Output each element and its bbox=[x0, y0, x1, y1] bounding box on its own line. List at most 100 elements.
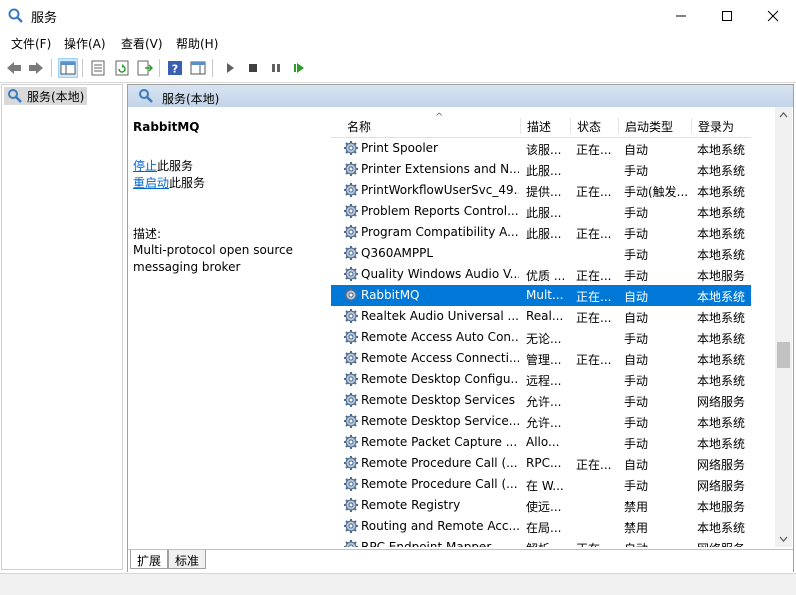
tab-extended[interactable]: 扩展 bbox=[130, 550, 169, 569]
scroll-up-icon[interactable] bbox=[775, 107, 792, 124]
toolbar-separator bbox=[212, 59, 213, 77]
show-console-tree-button[interactable] bbox=[58, 58, 78, 78]
refresh-button[interactable] bbox=[112, 58, 132, 78]
tree-node-services-local[interactable]: 服务(本地) bbox=[4, 87, 88, 105]
table-row[interactable]: PrintWorkflowUserSvc_49... 提供... 正在... 手动(触… bbox=[331, 180, 751, 201]
maximize-button[interactable] bbox=[704, 0, 750, 31]
table-row[interactable]: Remote Desktop Configu... 远程... 手动 本地系统 bbox=[331, 369, 751, 390]
table-row[interactable]: Remote Desktop Services 允许... 手动 网络服务 bbox=[331, 390, 751, 411]
table-row[interactable]: Remote Packet Capture ... Allo... 手动 本地系统 bbox=[331, 432, 751, 453]
scrollbar-thumb[interactable] bbox=[777, 342, 790, 368]
service-description-cell: 此服... bbox=[526, 206, 562, 220]
table-row[interactable]: Remote Access Auto Con... 无论... 手动 本地系统 bbox=[331, 327, 751, 348]
service-name-cell: RabbitMQ bbox=[361, 288, 420, 302]
toolbar: ? bbox=[0, 55, 796, 83]
table-row[interactable]: Printer Extensions and N... 此服... 手动 本地系统 bbox=[331, 159, 751, 180]
service-status-cell bbox=[576, 498, 618, 514]
table-row[interactable]: Quality Windows Audio V... 优质 ... 正在... 手动 本… bbox=[331, 264, 751, 285]
stop-service-button[interactable] bbox=[243, 58, 263, 78]
column-header-startup-type[interactable]: 启动类型 bbox=[618, 118, 691, 134]
table-row[interactable]: Program Compatibility A... 此服... 正在... 手动 本地… bbox=[331, 222, 751, 243]
menu-action[interactable]: 操作(A) bbox=[64, 35, 106, 52]
properties-button[interactable] bbox=[88, 58, 108, 78]
service-description-cell: 优质 ... bbox=[526, 269, 566, 283]
service-status-cell: 正在... bbox=[576, 185, 612, 199]
view-tabs: 扩展 标准 bbox=[128, 549, 793, 572]
service-gear-icon bbox=[343, 455, 360, 472]
tab-standard[interactable]: 标准 bbox=[168, 550, 207, 569]
service-gear-icon bbox=[343, 350, 360, 367]
service-status-cell bbox=[576, 162, 618, 178]
table-row[interactable]: Print Spooler 该服... 正在... 自动 本地系统 bbox=[331, 138, 751, 159]
column-header-status[interactable]: 状态 bbox=[570, 118, 618, 134]
service-description-cell: 在 W... bbox=[526, 479, 564, 493]
service-logon-cell: 网络服务 bbox=[697, 479, 746, 493]
column-header-logon-as[interactable]: 登录为 bbox=[691, 118, 751, 134]
vertical-scrollbar[interactable] bbox=[775, 107, 792, 547]
restart-service-row: 重启动此服务 bbox=[133, 174, 205, 191]
table-row[interactable]: Q360AMPPL 手动 本地系统 bbox=[331, 243, 751, 264]
service-logon-cell: 本地系统 bbox=[697, 227, 746, 241]
service-logon-cell: 本地系统 bbox=[697, 374, 746, 388]
service-startup-cell: 手动 bbox=[624, 164, 649, 178]
service-gear-icon bbox=[343, 539, 360, 547]
column-header-name[interactable]: 名称 ^ bbox=[341, 112, 521, 134]
service-startup-cell: 自动 bbox=[624, 540, 690, 547]
service-logon-cell: 本地服务 bbox=[697, 500, 746, 514]
scroll-down-icon[interactable] bbox=[775, 530, 792, 547]
service-name-cell: Remote Access Auto Con... bbox=[361, 330, 519, 344]
service-description-cell: 提供... bbox=[526, 185, 562, 199]
service-gear-icon bbox=[343, 434, 360, 451]
export-list-button[interactable] bbox=[135, 58, 155, 78]
start-service-button[interactable] bbox=[220, 58, 240, 78]
forward-button[interactable] bbox=[26, 58, 46, 78]
service-startup-cell: 手动 bbox=[624, 269, 649, 283]
service-name-cell: Remote Registry bbox=[361, 498, 461, 512]
service-startup-cell: 手动 bbox=[624, 332, 649, 346]
pause-service-button[interactable] bbox=[266, 58, 286, 78]
service-startup-cell: 手动 bbox=[624, 248, 649, 262]
service-startup-cell: 手动 bbox=[624, 395, 649, 409]
table-row[interactable]: Problem Reports Control... 此服... 手动 本地系统 bbox=[331, 201, 751, 222]
service-gear-icon bbox=[343, 392, 360, 409]
column-header-description[interactable]: 描述 bbox=[520, 118, 570, 134]
table-row[interactable]: Remote Procedure Call (... 在 W... 手动 网络服务 bbox=[331, 474, 751, 495]
back-button[interactable] bbox=[4, 58, 24, 78]
title-bar: 服务 bbox=[0, 0, 796, 31]
show-hide-action-pane-button[interactable] bbox=[188, 58, 208, 78]
table-row[interactable]: Remote Registry 使远... 禁用 本地服务 bbox=[331, 495, 751, 516]
service-logon-cell: 本地系统 bbox=[697, 290, 746, 304]
minimize-button[interactable] bbox=[658, 0, 704, 31]
table-row[interactable]: RPC Endpoint Mapper 解析... 正在... 自动网络服务 bbox=[331, 537, 751, 547]
main-pane-header: 服务(本地) bbox=[128, 85, 793, 107]
service-startup-cell: 禁用 bbox=[624, 500, 649, 514]
service-gear-icon bbox=[343, 203, 360, 220]
table-row[interactable]: Remote Desktop Service... 允许... 手动 本地系统 bbox=[331, 411, 751, 432]
forward-arrow-icon bbox=[29, 62, 43, 74]
menu-file[interactable]: 文件(F) bbox=[11, 35, 51, 52]
service-name-cell: Realtek Audio Universal ... bbox=[361, 309, 519, 323]
stop-service-link[interactable]: 停止 bbox=[133, 159, 157, 173]
service-status-cell bbox=[576, 372, 618, 388]
help-button[interactable]: ? bbox=[165, 58, 185, 78]
service-logon-cell: 本地服务 bbox=[697, 269, 746, 283]
menu-help[interactable]: 帮助(H) bbox=[176, 35, 218, 52]
back-arrow-icon bbox=[7, 62, 21, 74]
table-row[interactable]: Remote Procedure Call (... RPC... 正在... 自动 网… bbox=[331, 453, 751, 474]
service-startup-cell: 禁用 bbox=[624, 521, 649, 535]
service-status-cell: 正在... bbox=[576, 227, 612, 241]
service-startup-cell: 手动 bbox=[624, 206, 649, 220]
close-button[interactable] bbox=[750, 0, 796, 31]
menu-view[interactable]: 查看(V) bbox=[121, 35, 163, 52]
table-row[interactable]: Routing and Remote Acc... 在局... 禁用 本地系统 bbox=[331, 516, 751, 537]
service-logon-cell: 本地系统 bbox=[697, 521, 746, 535]
restart-service-button[interactable] bbox=[289, 58, 309, 78]
table-row[interactable]: RabbitMQ Mult... 正在... 自动 本地系统 bbox=[331, 285, 751, 306]
service-description-cell: 此服... bbox=[526, 227, 562, 241]
service-description-cell: 使远... bbox=[526, 500, 562, 514]
service-gear-icon bbox=[343, 161, 360, 178]
table-row[interactable]: Realtek Audio Universal ... Real... 正在... 自… bbox=[331, 306, 751, 327]
table-row[interactable]: Remote Access Connecti... 管理... 正在... 自动 本地系… bbox=[331, 348, 751, 369]
restart-service-link[interactable]: 重启动 bbox=[133, 176, 169, 190]
service-logon-cell: 本地系统 bbox=[697, 248, 746, 262]
